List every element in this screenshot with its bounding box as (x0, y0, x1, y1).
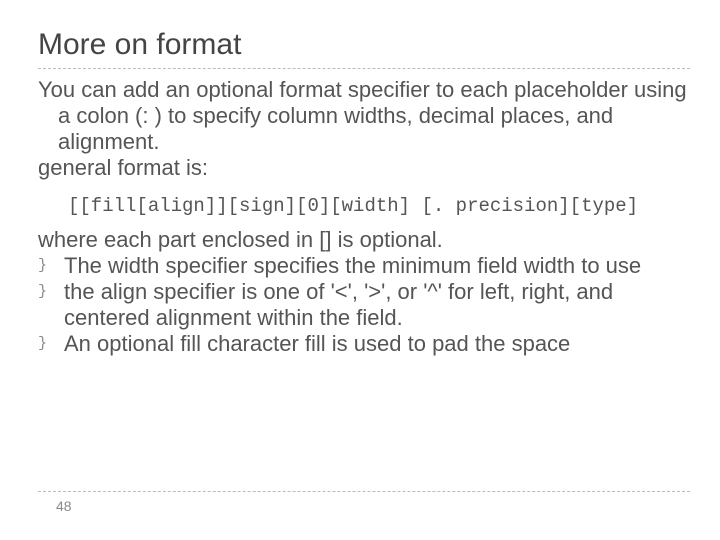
general-format-label: general format is: (38, 155, 690, 181)
slide-footer: 48 (38, 491, 690, 514)
bullet-icon: } (38, 335, 47, 353)
page-number: 48 (56, 498, 690, 514)
list-item-text: the align specifier is one of '<', '>', … (64, 279, 613, 330)
list-item-text: The width specifier specifies the minimu… (64, 253, 641, 278)
list-item-text: An optional fill character fill is used … (64, 331, 570, 356)
bullet-icon: } (38, 257, 47, 275)
list-item: } the align specifier is one of '<', '>'… (38, 279, 690, 331)
slide: More on format You can add an optional f… (0, 0, 720, 540)
bullet-icon: } (38, 283, 47, 301)
title-divider (38, 68, 690, 69)
where-line: where each part enclosed in [] is option… (38, 227, 690, 253)
list-item: } The width specifier specifies the mini… (38, 253, 690, 279)
slide-body: You can add an optional format specifier… (38, 77, 690, 357)
format-syntax-code: [[fill[align]][sign][0][width] [. precis… (68, 195, 690, 217)
footer-divider (38, 491, 690, 492)
intro-paragraph: You can add an optional format specifier… (38, 77, 690, 155)
list-item: } An optional fill character fill is use… (38, 331, 690, 357)
slide-title: More on format (38, 28, 690, 62)
bullet-list: } The width specifier specifies the mini… (38, 253, 690, 357)
